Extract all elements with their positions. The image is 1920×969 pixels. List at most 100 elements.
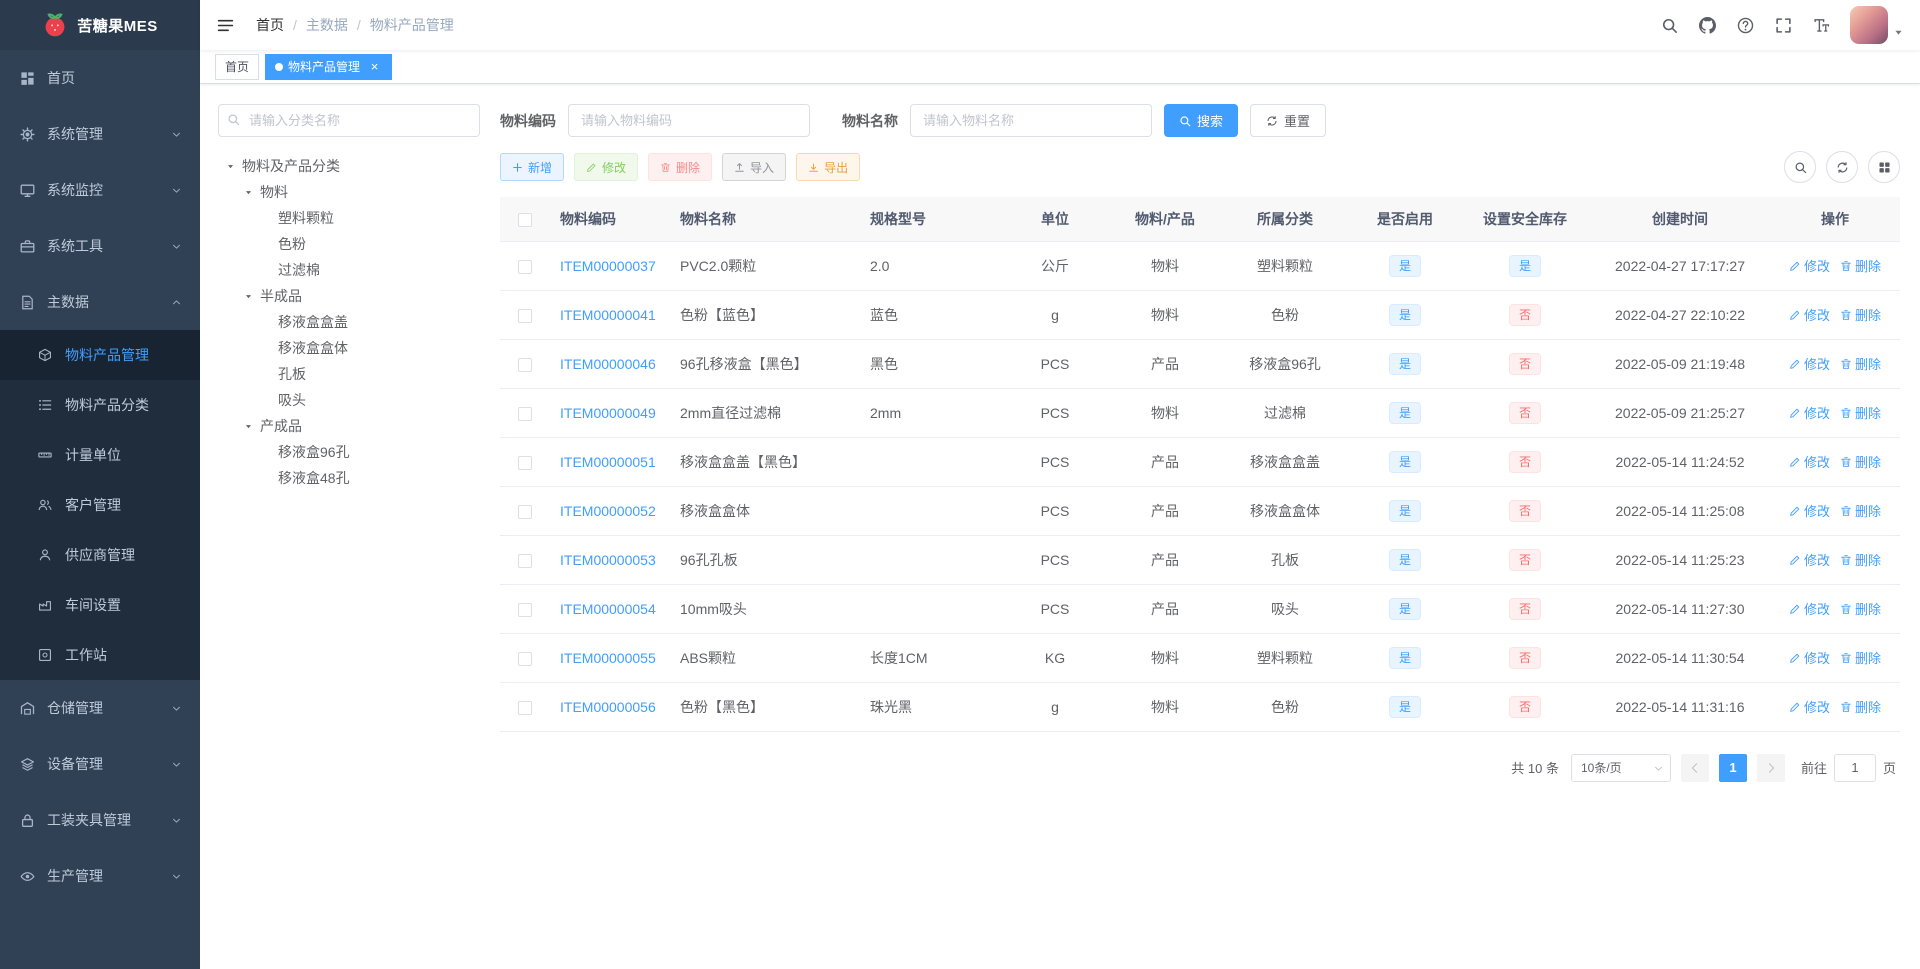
row-checkbox[interactable]	[518, 455, 532, 470]
fullscreen-button[interactable]	[1764, 0, 1802, 50]
material-name-input[interactable]	[910, 104, 1152, 137]
next-page-button[interactable]	[1756, 753, 1785, 782]
toggle-columns-button[interactable]	[1868, 151, 1900, 183]
tree-node[interactable]: 移液盒96孔	[218, 439, 480, 465]
sidebar-item-system-mgmt[interactable]: 系统管理	[0, 106, 200, 162]
page-size-select[interactable]: 10条/页	[1570, 753, 1671, 782]
reset-button[interactable]: 重置	[1250, 104, 1327, 137]
material-code-input[interactable]	[568, 104, 810, 137]
row-edit-button[interactable]: 修改	[1789, 501, 1830, 520]
sidebar-item-workstation[interactable]: 工作站	[0, 630, 200, 680]
material-code-link[interactable]: ITEM00000056	[560, 699, 656, 715]
row-delete-button[interactable]: 删除	[1840, 550, 1881, 569]
user-menu[interactable]	[1850, 6, 1904, 44]
tree-caret-icon[interactable]	[218, 162, 242, 171]
tree-caret-icon[interactable]	[236, 422, 260, 431]
tree-caret-icon[interactable]	[236, 188, 260, 197]
row-delete-button[interactable]: 删除	[1840, 354, 1881, 373]
app-logo[interactable]: 苦糖果MES	[0, 0, 200, 50]
sidebar-item-measure-unit[interactable]: 计量单位	[0, 430, 200, 480]
select-all-checkbox[interactable]	[518, 212, 532, 227]
sidebar-item-master-data[interactable]: 主数据	[0, 274, 200, 330]
row-edit-button[interactable]: 修改	[1789, 599, 1830, 618]
help-button[interactable]	[1726, 0, 1764, 50]
sidebar-item-workshop-settings[interactable]: 车间设置	[0, 580, 200, 630]
tree-node[interactable]: 过滤棉	[218, 257, 480, 283]
material-code-link[interactable]: ITEM00000041	[560, 307, 656, 323]
row-edit-button[interactable]: 修改	[1789, 305, 1830, 324]
row-edit-button[interactable]: 修改	[1789, 550, 1830, 569]
row-checkbox[interactable]	[518, 406, 532, 421]
row-edit-button[interactable]: 修改	[1789, 354, 1830, 373]
row-delete-button[interactable]: 删除	[1840, 256, 1881, 275]
sidebar-toggle-button[interactable]	[200, 0, 250, 50]
material-code-link[interactable]: ITEM00000052	[560, 503, 656, 519]
row-edit-button[interactable]: 修改	[1789, 648, 1830, 667]
tree-node[interactable]: 色粉	[218, 231, 480, 257]
row-checkbox[interactable]	[518, 651, 532, 666]
goto-page-input[interactable]	[1833, 753, 1876, 782]
sidebar-item-equipment-mgmt[interactable]: 设备管理	[0, 736, 200, 792]
delete-button[interactable]: 删除	[648, 153, 713, 181]
material-code-link[interactable]: ITEM00000051	[560, 454, 656, 470]
row-edit-button[interactable]: 修改	[1789, 452, 1830, 471]
row-delete-button[interactable]: 删除	[1840, 648, 1881, 667]
page-number-1[interactable]: 1	[1718, 753, 1747, 782]
tree-node[interactable]: 塑料颗粒	[218, 205, 480, 231]
row-delete-button[interactable]: 删除	[1840, 501, 1881, 520]
tree-node[interactable]: 孔板	[218, 361, 480, 387]
material-code-link[interactable]: ITEM00000049	[560, 405, 656, 421]
sidebar-item-material-product-category[interactable]: 物料产品分类	[0, 380, 200, 430]
sidebar-item-warehouse-mgmt[interactable]: 仓储管理	[0, 680, 200, 736]
sidebar-item-home[interactable]: 首页	[0, 50, 200, 106]
sidebar-item-fixture-mgmt[interactable]: 工装夹具管理	[0, 792, 200, 848]
tree-node[interactable]: 物料	[218, 179, 480, 205]
row-checkbox[interactable]	[518, 700, 532, 715]
material-code-link[interactable]: ITEM00000054	[560, 601, 656, 617]
sidebar-item-supplier-mgmt[interactable]: 供应商管理	[0, 530, 200, 580]
tab-close-icon[interactable]: ×	[367, 59, 382, 74]
tree-node[interactable]: 产成品	[218, 413, 480, 439]
material-code-link[interactable]: ITEM00000053	[560, 552, 656, 568]
row-checkbox[interactable]	[518, 357, 532, 372]
tree-node[interactable]: 移液盒盒盖	[218, 309, 480, 335]
tree-node[interactable]: 吸头	[218, 387, 480, 413]
font-size-button[interactable]	[1802, 0, 1840, 50]
material-code-link[interactable]: ITEM00000037	[560, 258, 656, 274]
row-checkbox[interactable]	[518, 259, 532, 274]
row-checkbox[interactable]	[518, 553, 532, 568]
row-checkbox[interactable]	[518, 602, 532, 617]
row-delete-button[interactable]: 删除	[1840, 697, 1881, 716]
category-search-input[interactable]	[218, 104, 480, 137]
sidebar-item-customer-mgmt[interactable]: 客户管理	[0, 480, 200, 530]
breadcrumb-home[interactable]: 首页	[256, 15, 284, 35]
tab-home[interactable]: 首页	[215, 53, 260, 80]
row-delete-button[interactable]: 删除	[1840, 403, 1881, 422]
export-button[interactable]: 导出	[796, 153, 861, 181]
row-delete-button[interactable]: 删除	[1840, 452, 1881, 471]
tab-material-product-mgmt[interactable]: 物料产品管理 ×	[265, 53, 393, 80]
tree-node[interactable]: 半成品	[218, 283, 480, 309]
import-button[interactable]: 导入	[722, 153, 787, 181]
header-search-button[interactable]	[1650, 0, 1688, 50]
row-delete-button[interactable]: 删除	[1840, 599, 1881, 618]
sidebar-item-system-tools[interactable]: 系统工具	[0, 218, 200, 274]
material-code-link[interactable]: ITEM00000055	[560, 650, 656, 666]
prev-page-button[interactable]	[1680, 753, 1709, 782]
row-delete-button[interactable]: 删除	[1840, 305, 1881, 324]
tree-caret-icon[interactable]	[236, 292, 260, 301]
tree-node[interactable]: 移液盒48孔	[218, 465, 480, 491]
sidebar-item-material-product-mgmt[interactable]: 物料产品管理	[0, 330, 200, 380]
search-button[interactable]: 搜索	[1164, 104, 1239, 137]
sidebar-item-production-mgmt[interactable]: 生产管理	[0, 848, 200, 904]
sidebar-item-system-monitor[interactable]: 系统监控	[0, 162, 200, 218]
edit-button[interactable]: 修改	[574, 153, 639, 181]
material-code-link[interactable]: ITEM00000046	[560, 356, 656, 372]
tree-node[interactable]: 物料及产品分类	[218, 153, 480, 179]
tree-node[interactable]: 移液盒盒体	[218, 335, 480, 361]
row-checkbox[interactable]	[518, 504, 532, 519]
row-edit-button[interactable]: 修改	[1789, 697, 1830, 716]
refresh-button[interactable]	[1826, 151, 1858, 183]
row-edit-button[interactable]: 修改	[1789, 403, 1830, 422]
toggle-search-button[interactable]	[1784, 151, 1816, 183]
